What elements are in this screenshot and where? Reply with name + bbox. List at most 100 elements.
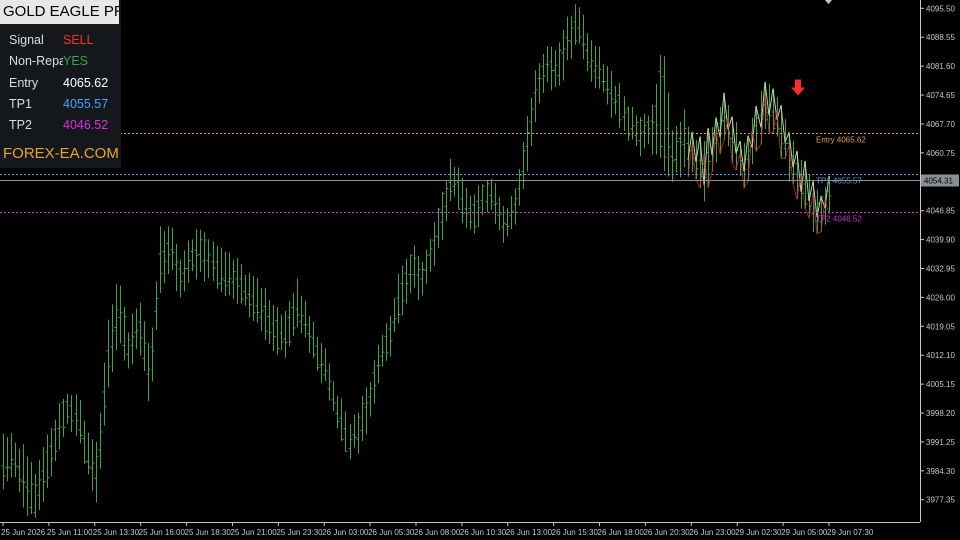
price-bar: [65, 393, 70, 424]
price-bar: [609, 70, 614, 118]
time-tick-label: 29 Jun 07:30: [827, 528, 874, 537]
price-bar: [565, 16, 570, 61]
price-bar: [617, 82, 622, 129]
price-chart[interactable]: Entry 4065.62 TP1 4055.57 TP2 4046.52 4095.…: [0, 0, 960, 540]
price-bar: [356, 412, 361, 454]
price-bar: [263, 287, 268, 340]
price-bar: [118, 285, 123, 344]
price-tick-label: 4019.05: [926, 322, 955, 331]
price-tick-label: 4026.00: [926, 293, 955, 302]
price-bar: [126, 332, 131, 369]
price-bar: [267, 300, 272, 344]
price-bar: [360, 395, 365, 442]
price-bar: [231, 259, 236, 299]
price-tick-label: 4032.95: [926, 264, 955, 273]
time-tick-label: 25 Jun 18:30: [185, 528, 232, 537]
tp1-label: TP1: [9, 97, 32, 111]
time-tick-label: 29 Jun 05:00: [781, 528, 828, 537]
price-bar: [674, 125, 679, 173]
price-bar: [678, 121, 683, 178]
price-tick-label: 3977.35: [926, 496, 955, 505]
non-repaint-label: Non-Repaint: [9, 54, 63, 68]
time-tick-label: 25 Jun 11:00: [47, 528, 93, 537]
time-tick-label: 26 Jun 10:30: [460, 528, 507, 537]
price-bar: [174, 243, 179, 292]
price-tick-label: 4005.15: [926, 380, 955, 389]
price-bar: [448, 158, 453, 202]
price-bar: [376, 344, 381, 383]
price-bar: [589, 40, 594, 82]
price-bar: [561, 29, 566, 81]
price-bar: [432, 222, 437, 266]
time-tick-label: 25 Jun 2026: [1, 528, 46, 537]
time-tick-label: 25 Jun 13:30: [93, 528, 140, 537]
price-bar: [485, 180, 490, 213]
price-bar: [557, 42, 562, 86]
price-bar: [1, 433, 6, 490]
price-bar: [601, 63, 606, 93]
price-bar: [162, 231, 167, 284]
price-bar: [521, 142, 526, 190]
price-bar: [464, 187, 469, 228]
price-bar: [219, 247, 224, 293]
price-bar: [74, 394, 79, 436]
time-tick-label: 29 Jun 02:30: [735, 528, 782, 537]
price-bar: [569, 15, 574, 59]
price-bar: [666, 92, 671, 177]
price-bar: [597, 46, 602, 89]
price-bar: [138, 302, 143, 356]
price-bar: [613, 86, 618, 115]
price-bar: [476, 185, 481, 228]
price-tick-label: 4074.65: [926, 91, 955, 100]
price-bar: [90, 439, 95, 492]
price-bar: [436, 207, 441, 249]
price-bar: [638, 117, 643, 157]
price-bar: [37, 459, 42, 510]
price-bar: [658, 54, 663, 158]
time-tick-label: 26 Jun 08:00: [414, 528, 461, 537]
price-tick-label: 4060.75: [926, 149, 955, 158]
price-bar: [533, 70, 538, 123]
price-bar: [622, 96, 627, 132]
price-bar: [102, 362, 107, 426]
price-bar: [525, 116, 530, 172]
price-bar: [493, 183, 498, 224]
price-tick-label: 3991.25: [926, 438, 955, 447]
price-bar: [396, 273, 401, 324]
price-bar: [537, 63, 542, 104]
price-bar: [247, 272, 252, 318]
price-bar: [573, 4, 578, 45]
price-bar: [41, 447, 46, 502]
price-bar: [223, 251, 228, 296]
price-bar: [5, 436, 10, 482]
signal-value: SELL: [63, 33, 94, 47]
price-bar: [9, 433, 14, 478]
price-bar: [243, 275, 248, 306]
price-bar: [682, 109, 687, 168]
price-bar: [545, 46, 550, 82]
price-bar: [215, 245, 220, 289]
price-bar: [424, 249, 429, 284]
price-bar: [53, 419, 58, 462]
price-bar: [122, 306, 127, 361]
price-bar: [154, 281, 159, 331]
price-bar: [497, 196, 502, 231]
price-bar: [460, 177, 465, 223]
price-bar: [352, 414, 357, 448]
price-bar: [654, 83, 659, 155]
price-bar: [384, 323, 389, 361]
price-bar: [553, 50, 558, 88]
time-tick-label: 26 Jun 20:30: [643, 528, 690, 537]
price-bar: [420, 261, 425, 296]
price-bar: [440, 191, 445, 240]
price-bar: [372, 360, 377, 404]
price-bar: [501, 205, 506, 243]
time-tick-label: 25 Jun 23:30: [276, 528, 323, 537]
price-bar: [343, 411, 348, 453]
price-bar: [299, 295, 304, 334]
tp2-level-label: TP2 4046.52: [816, 215, 862, 224]
time-tick-label: 25 Jun 21:00: [230, 528, 277, 537]
price-bar: [69, 395, 74, 433]
price-bar: [335, 395, 340, 429]
price-bar: [319, 343, 324, 384]
